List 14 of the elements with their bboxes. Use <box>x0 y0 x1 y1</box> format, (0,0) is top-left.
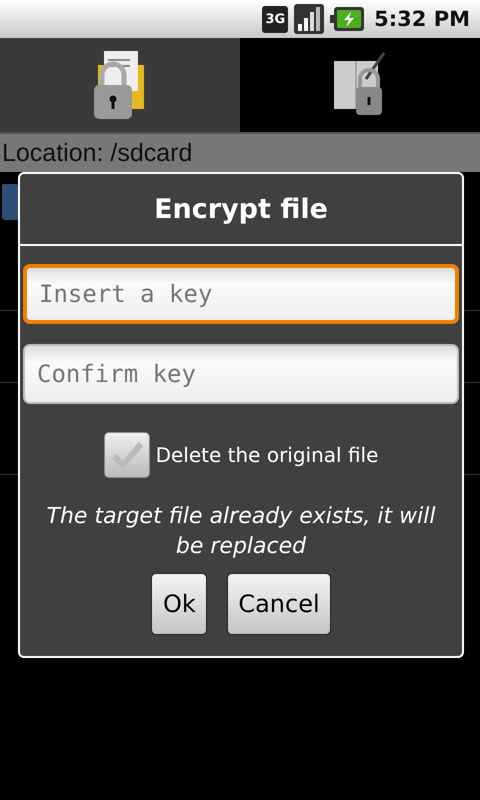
dialog-title: Encrypt file <box>20 174 462 246</box>
key-field[interactable]: Confirm key <box>23 344 459 404</box>
cancel-button[interactable]: Cancel <box>227 573 331 636</box>
signal-icon <box>294 4 324 34</box>
clock-time: 5:32 PM <box>374 7 470 31</box>
tab[interactable] <box>0 38 240 132</box>
checkbox[interactable] <box>104 432 150 478</box>
battery-charging-icon <box>330 7 364 31</box>
checkbox-label: Delete the original file <box>156 443 378 467</box>
location-path: Location: /sdcard <box>1 138 192 168</box>
ok-button[interactable]: Ok <box>151 573 208 636</box>
warning-message: The target file already exists, it will be replaced <box>46 503 436 561</box>
network-icon: 3G <box>262 6 288 32</box>
key-field[interactable]: Insert a key <box>23 264 459 324</box>
